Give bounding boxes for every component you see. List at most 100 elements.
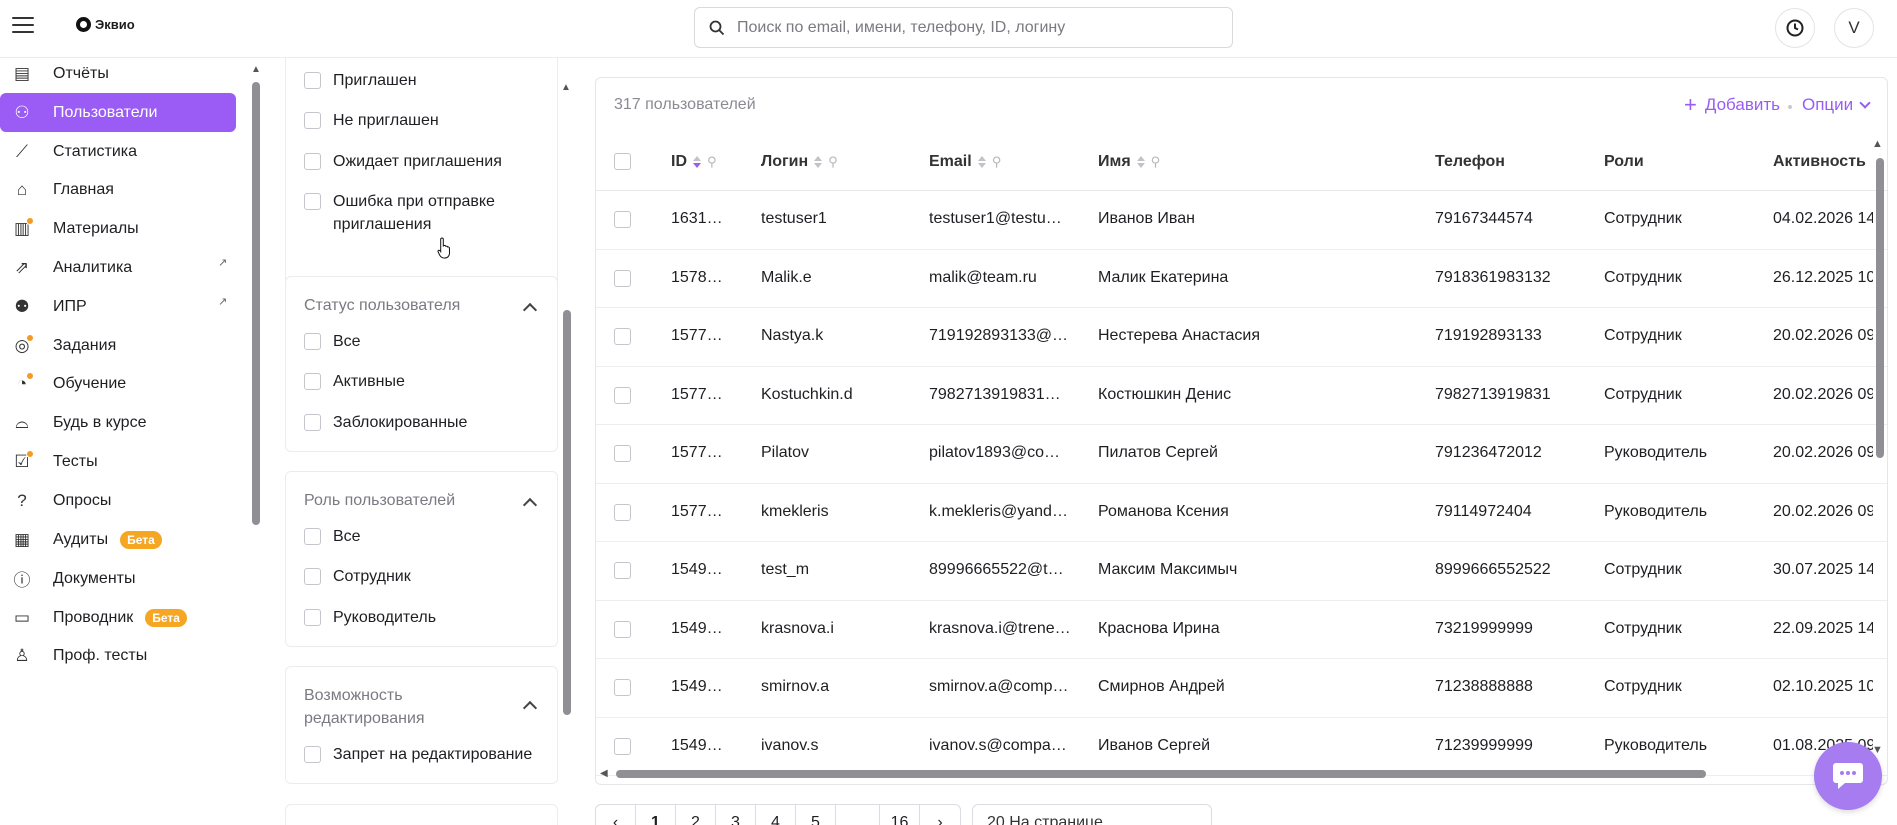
chevron-up-icon[interactable] <box>522 700 538 716</box>
sidebar-item[interactable]: ▦ Аудиты Бета <box>0 520 236 559</box>
add-user-button[interactable]: + Добавить <box>1684 94 1780 116</box>
filter-option[interactable]: Все <box>304 330 361 353</box>
checkbox[interactable] <box>304 193 321 210</box>
table-row[interactable]: 1631… testuser1 testuser1@testu… Иванов Ива… <box>596 191 1887 250</box>
sidebar-item[interactable]: ◎ Задания <box>0 326 236 365</box>
sidebar-item[interactable]: ? Опросы <box>0 481 236 520</box>
column-header-name[interactable]: Имя ⚲ <box>1098 153 1160 171</box>
filter-option[interactable]: Не приглашен <box>304 109 439 132</box>
chevron-up-icon[interactable] <box>522 302 538 318</box>
sidebar-item[interactable]: ⓘ Документы <box>0 559 236 598</box>
column-header-roles[interactable]: Роли <box>1604 153 1644 171</box>
checkbox[interactable] <box>304 333 321 350</box>
sidebar-item[interactable]: ▤ Отчёты <box>0 54 236 93</box>
user-avatar-button[interactable]: V <box>1834 8 1874 48</box>
column-header-activity[interactable]: Активность <box>1773 153 1866 171</box>
filters-scroll-up-icon[interactable]: ▲ <box>561 82 571 93</box>
filter-option[interactable]: Заблокированные <box>304 411 467 434</box>
horizontal-scrollbar[interactable] <box>616 770 1706 778</box>
app-logo[interactable]: Эквио <box>76 17 135 32</box>
row-checkbox[interactable] <box>614 445 631 462</box>
row-checkbox[interactable] <box>614 328 631 345</box>
table-row[interactable]: 1577… Pilatov pilatov1893@co… Пилатов Серге… <box>596 425 1887 484</box>
filters-scrollbar[interactable] <box>563 310 571 715</box>
checkbox[interactable] <box>304 373 321 390</box>
sidebar-item[interactable]: ◔ Обучение <box>0 364 236 403</box>
table-row[interactable]: 1577… Nastya.k 719192893133@… Нестерева Ана… <box>596 308 1887 367</box>
row-checkbox[interactable] <box>614 562 631 579</box>
sidebar-item[interactable]: ▥ Материалы <box>0 209 236 248</box>
column-header-login[interactable]: Логин ⚲ <box>761 153 838 171</box>
next-page-button[interactable]: › <box>920 805 960 825</box>
checkbox[interactable] <box>304 414 321 431</box>
page-button[interactable]: 1 <box>636 805 676 825</box>
filter-option[interactable]: Ошибка при отправке приглашения <box>304 190 504 236</box>
filter-option[interactable]: Сотрудник <box>304 565 411 588</box>
scroll-left-icon[interactable]: ◀ <box>600 768 608 779</box>
sidebar-item[interactable]: ⚇ Пользователи <box>0 93 236 132</box>
sidebar-scrollbar[interactable] <box>252 82 260 525</box>
chevron-up-icon[interactable] <box>522 497 538 513</box>
sidebar-scroll-up-icon[interactable]: ▲ <box>251 64 261 75</box>
sort-icon[interactable] <box>814 156 823 168</box>
checkbox[interactable] <box>304 528 321 545</box>
filter-option[interactable]: Приглашен <box>304 69 417 92</box>
sort-icon[interactable] <box>977 156 986 168</box>
sidebar-item[interactable]: ⌓ Будь в курсе <box>0 403 236 442</box>
column-header-phone[interactable]: Телефон <box>1435 153 1505 171</box>
sort-icon[interactable] <box>693 156 701 168</box>
checkbox[interactable] <box>304 72 321 89</box>
sort-icon[interactable] <box>1136 156 1145 168</box>
page-button[interactable]: 3 <box>716 805 756 825</box>
column-search-icon[interactable]: ⚲ <box>992 154 1002 170</box>
history-button[interactable] <box>1775 8 1815 48</box>
filter-option[interactable]: Ожидает приглашения <box>304 150 502 173</box>
options-button[interactable]: Опции <box>1802 95 1871 115</box>
search-box[interactable] <box>694 7 1233 48</box>
row-checkbox[interactable] <box>614 679 631 696</box>
filter-option[interactable]: Запрет на редактирование <box>304 743 532 766</box>
sidebar-item[interactable]: ♙ Проф. тесты <box>0 636 236 675</box>
column-header-id[interactable]: ID ⚲ <box>671 153 717 171</box>
checkbox[interactable] <box>304 153 321 170</box>
row-checkbox[interactable] <box>614 503 631 521</box>
page-button[interactable]: 16 <box>880 805 920 825</box>
sidebar-item[interactable]: ⌂ Главная <box>0 170 236 209</box>
table-row[interactable]: 1549… test_m 89996665522@t… Максим Максимыч… <box>596 542 1887 601</box>
table-row[interactable]: 1577… Kostuchkin.d 7982713919831… Костюшкин… <box>596 367 1887 425</box>
page-button[interactable]: 4 <box>756 805 796 825</box>
sidebar-item[interactable]: ⚉ ИПР ↗ <box>0 287 236 326</box>
filter-option[interactable]: Все <box>304 525 361 548</box>
table-row[interactable]: 1549… ivanov.s ivanov.s@compa… Иванов Серге… <box>596 718 1887 776</box>
column-search-icon[interactable]: ⚲ <box>828 154 838 170</box>
select-all-checkbox[interactable] <box>614 153 631 170</box>
table-row[interactable]: 1578… Malik.e malik@team.ru Малик Екатерина… <box>596 250 1887 308</box>
row-checkbox[interactable] <box>614 620 631 638</box>
column-search-icon[interactable]: ⚲ <box>707 154 717 170</box>
row-checkbox[interactable] <box>614 386 631 404</box>
filter-option[interactable]: Руководитель <box>304 606 436 629</box>
row-checkbox[interactable] <box>614 211 631 228</box>
sidebar-item[interactable]: ☑ Тесты <box>0 442 236 481</box>
sidebar-item[interactable]: ▭ Проводник Бета <box>0 598 236 637</box>
column-header-email[interactable]: Email ⚲ <box>929 153 1001 171</box>
checkbox[interactable] <box>304 746 321 763</box>
scroll-up-icon[interactable]: ▲ <box>1872 138 1883 150</box>
checkbox[interactable] <box>304 609 321 626</box>
row-checkbox[interactable] <box>614 737 631 755</box>
page-button[interactable]: 2 <box>676 805 716 825</box>
per-page-select[interactable]: 20 На странице <box>972 804 1212 825</box>
page-button[interactable]: 5 <box>796 805 836 825</box>
sidebar-item[interactable]: ⟋ Статистика <box>0 132 236 171</box>
column-search-icon[interactable]: ⚲ <box>1151 154 1161 170</box>
checkbox[interactable] <box>304 568 321 585</box>
search-input[interactable] <box>737 18 1207 37</box>
table-row[interactable]: 1549… krasnova.i krasnova.i@trene… Краснова… <box>596 601 1887 659</box>
checkbox[interactable] <box>304 112 321 129</box>
vertical-scrollbar[interactable] <box>1876 158 1884 458</box>
table-row[interactable]: 1577… kmekleris k.mekleris@yand… Романова К… <box>596 484 1887 542</box>
sidebar-item[interactable]: ⇗ Аналитика ↗ <box>0 248 236 287</box>
row-checkbox[interactable] <box>614 269 631 287</box>
chat-button[interactable] <box>1814 742 1882 810</box>
filter-option[interactable]: Активные <box>304 370 405 393</box>
